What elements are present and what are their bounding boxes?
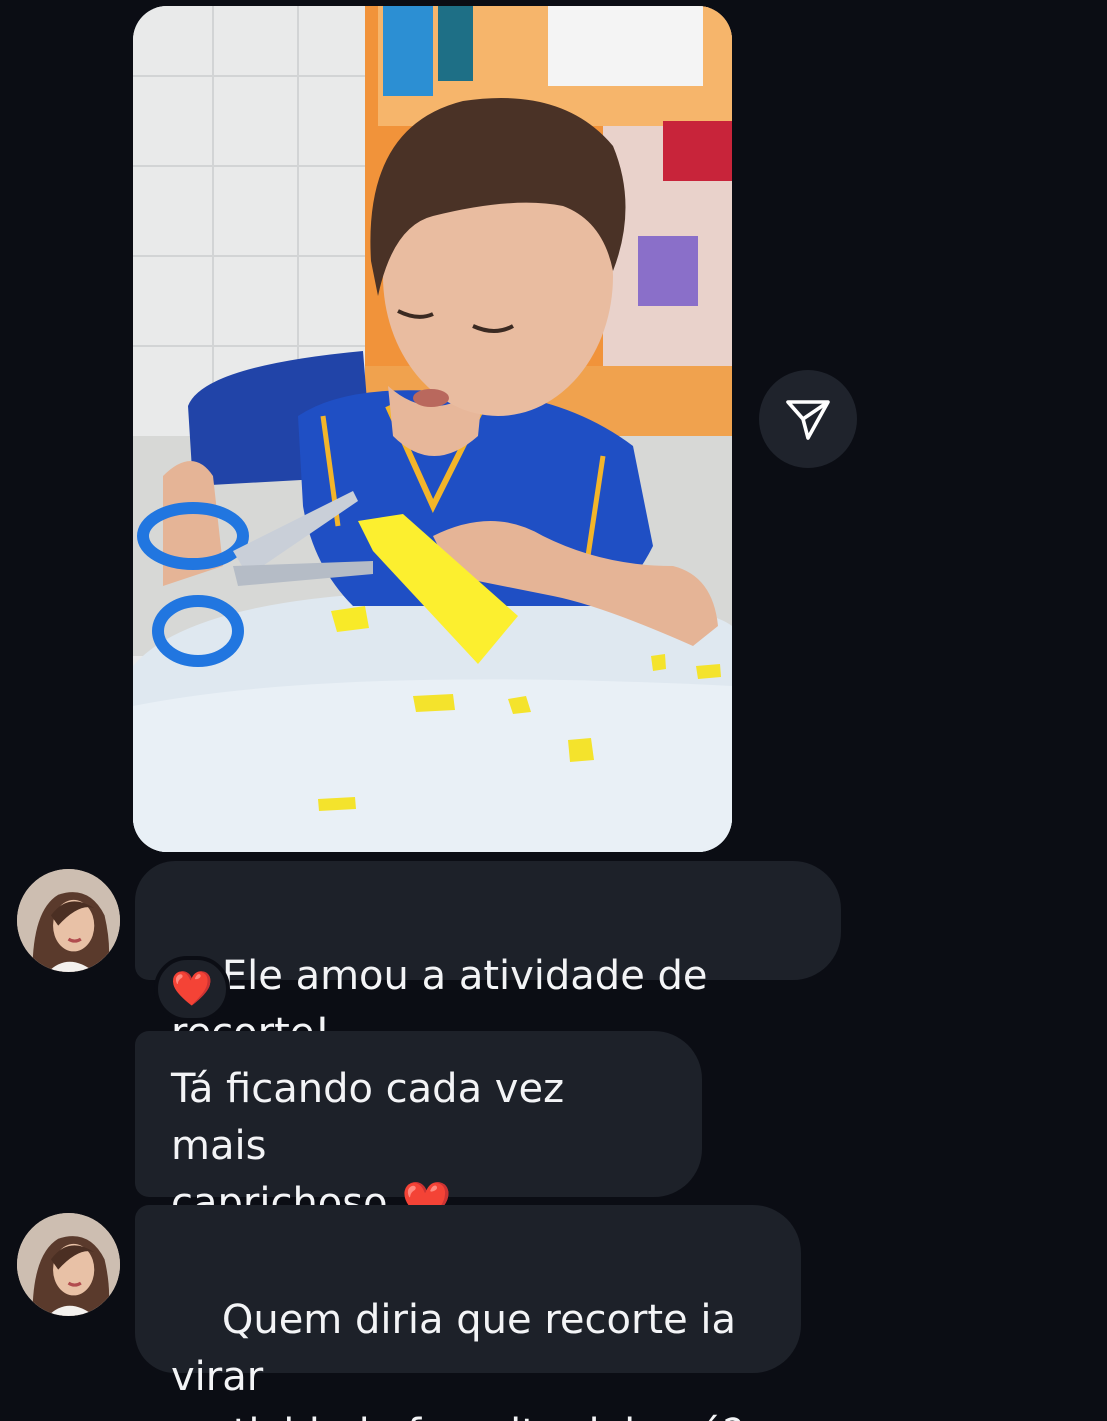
sender-avatar[interactable] [17, 869, 120, 972]
chat-thread: Ele amou a atividade de recorte! ❤️ Tá f… [0, 0, 1107, 1421]
message-bubble[interactable]: Ele amou a atividade de recorte! [135, 861, 841, 1056]
sender-avatar-photo [17, 869, 120, 972]
share-button[interactable] [759, 370, 857, 468]
message-text: Quem diria que recorte ia virar a ativid… [171, 1297, 744, 1421]
heart-reaction[interactable]: ❤️ [154, 956, 230, 1022]
message-bubble[interactable]: Quem diria que recorte ia virar a ativid… [135, 1205, 801, 1421]
message-bubble[interactable]: Tá ficando cada vez mais caprichoso ❤️ [135, 1031, 702, 1226]
heart-icon: ❤️ [170, 969, 214, 1009]
sender-avatar-photo [17, 1213, 120, 1316]
child-cutting-paper-image [133, 6, 732, 852]
photo-message[interactable] [133, 6, 732, 852]
sender-avatar[interactable] [17, 1213, 120, 1316]
message-text: Tá ficando cada vez mais caprichoso [171, 1066, 565, 1226]
paper-plane-icon [786, 400, 830, 440]
